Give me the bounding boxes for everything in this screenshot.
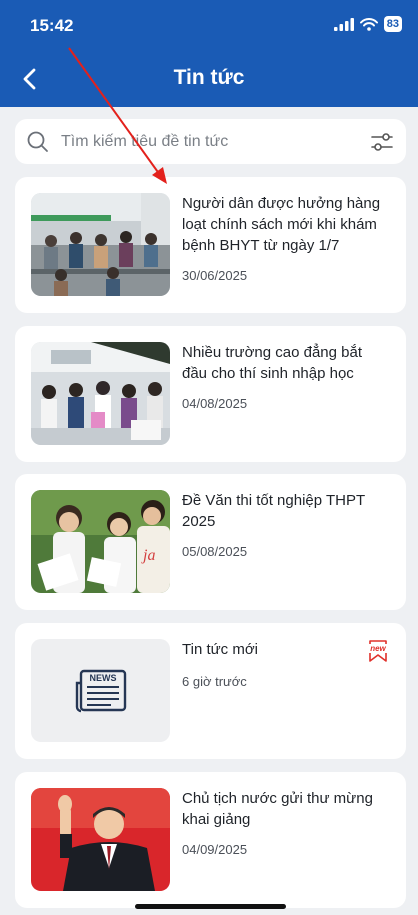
status-time: 15:42 <box>30 16 74 35</box>
news-item[interactable]: ja Đề Văn thi tốt nghiệp THPT 2025 05/08… <box>15 474 406 610</box>
news-date: 05/08/2025 <box>182 544 248 559</box>
news-title: Tin tức mới <box>182 641 258 658</box>
new-badge: new <box>364 639 392 663</box>
status-icons: 83 <box>333 16 402 32</box>
news-date: 6 giờ trước <box>182 674 247 689</box>
news-item[interactable]: Nhiều trường cao đẳng bắt đầu cho thí si… <box>15 326 406 462</box>
news-thumbnail <box>31 788 170 891</box>
svg-text:ja: ja <box>141 547 155 564</box>
thumbnail-label: NEWS <box>89 673 117 683</box>
new-badge-label: new <box>364 644 392 653</box>
news-item[interactable]: Người dân được hưởng hàng loạt chính sác… <box>15 177 406 313</box>
news-date: 04/08/2025 <box>182 396 248 411</box>
newspaper-icon <box>75 669 127 713</box>
news-item[interactable]: Chủ tịch nước gửi thư mừng khai giảng 04… <box>15 772 406 908</box>
search-bar <box>15 119 406 164</box>
filter-icon[interactable] <box>371 132 393 152</box>
news-date: 04/09/2025 <box>182 842 248 857</box>
search-input[interactable] <box>61 132 371 151</box>
news-title: Người dân được hưởng hàng loạt chính sác… <box>182 195 381 254</box>
news-placeholder-thumbnail: NEWS <box>31 639 170 742</box>
battery-indicator: 83 <box>383 16 402 32</box>
wifi-icon <box>359 17 378 31</box>
news-thumbnail <box>31 342 170 445</box>
news-title: Đề Văn thi tốt nghiệp THPT 2025 <box>182 492 365 530</box>
home-indicator <box>135 904 286 909</box>
news-item[interactable]: NEWS Tin tức mới 6 giờ trước new <box>15 623 406 759</box>
news-title: Nhiều trường cao đẳng bắt đầu cho thí si… <box>182 344 362 382</box>
news-thumbnail: ja <box>31 490 170 593</box>
news-title: Chủ tịch nước gửi thư mừng khai giảng <box>182 790 373 828</box>
search-icon <box>27 131 48 152</box>
news-thumbnail <box>31 193 170 296</box>
page-title: Tin tức <box>173 66 245 89</box>
news-date: 30/06/2025 <box>182 268 248 283</box>
app-header: 15:42 83 Tin tức <box>0 0 418 107</box>
signal-icon <box>333 17 354 31</box>
